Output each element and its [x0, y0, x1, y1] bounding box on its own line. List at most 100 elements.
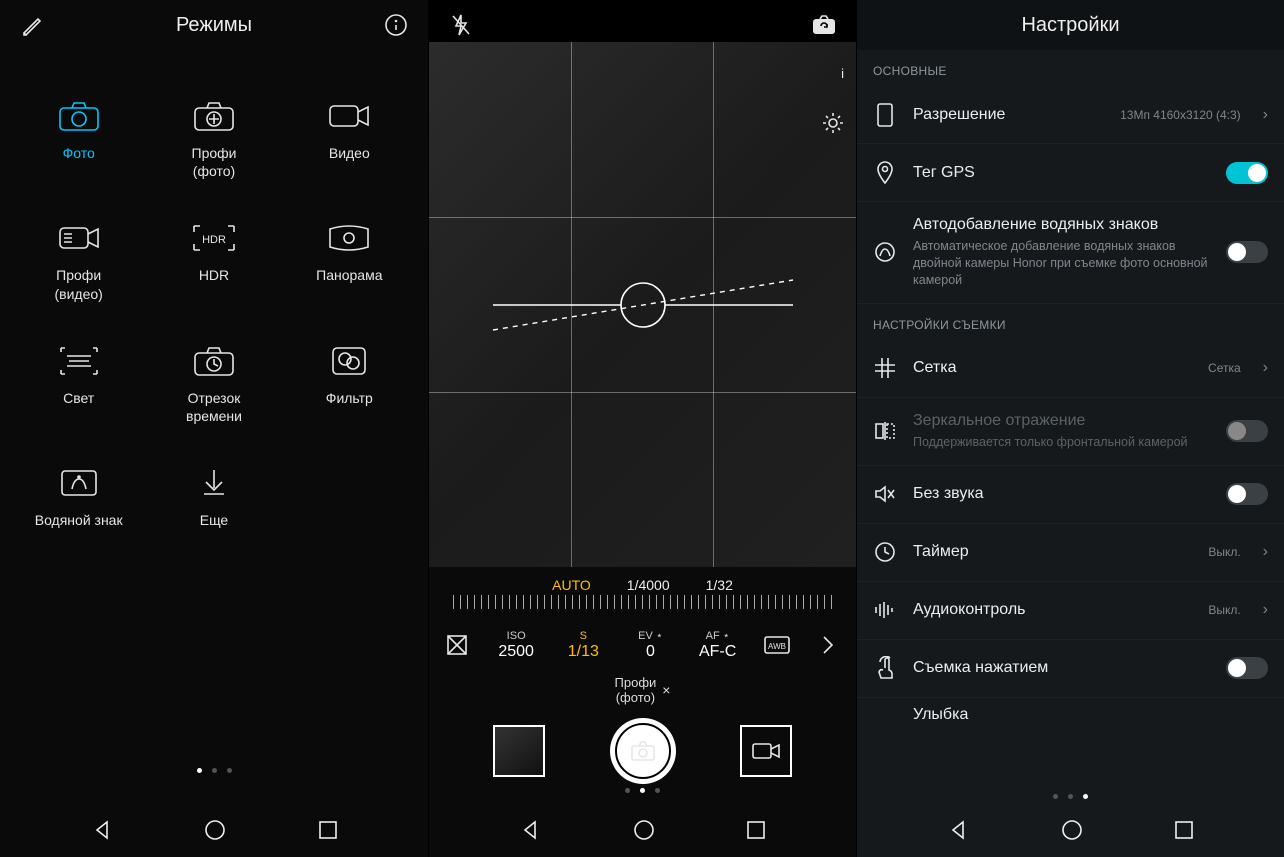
- timer-icon: [873, 541, 897, 563]
- filter-icon: [327, 343, 371, 379]
- modes-title: Режимы: [176, 14, 252, 37]
- mode-more[interactable]: Еще: [149, 465, 278, 529]
- back-icon[interactable]: [518, 818, 542, 847]
- pager-dots: [429, 788, 856, 793]
- exposure-ruler[interactable]: [453, 595, 832, 609]
- mode-video[interactable]: Видео: [285, 98, 414, 180]
- mode-pro-video[interactable]: Профи (видео): [14, 220, 143, 302]
- mode-pro-photo[interactable]: Профи (фото): [149, 98, 278, 180]
- dot: [1083, 794, 1088, 799]
- download-icon: [192, 465, 236, 501]
- audio-icon: [873, 601, 897, 619]
- gallery-thumbnail[interactable]: [493, 725, 545, 777]
- dot: [1053, 794, 1058, 799]
- row-watermark[interactable]: Автодобавление водяных знаков Автоматиче…: [857, 202, 1284, 304]
- exposure-readout: AUTO 1/4000 1/32: [429, 577, 856, 593]
- home-icon[interactable]: [203, 818, 227, 847]
- dot: [1068, 794, 1073, 799]
- row-grid[interactable]: Сетка Сетка ›: [857, 340, 1284, 398]
- viewfinder[interactable]: i: [429, 42, 856, 567]
- mode-label: Профи (фото): [192, 144, 237, 180]
- row-gps[interactable]: Тег GPS: [857, 144, 1284, 202]
- row-touch[interactable]: Съемка нажатием: [857, 640, 1284, 698]
- camera-icon: [57, 98, 101, 134]
- edit-icon[interactable]: [18, 11, 46, 39]
- settings-header: Настройки: [857, 0, 1284, 50]
- camera-icon: [615, 723, 671, 779]
- touch-toggle[interactable]: [1226, 657, 1268, 679]
- chevron-right-icon: ›: [1263, 359, 1268, 377]
- mode-label: Панорама: [316, 266, 382, 284]
- shutter-button[interactable]: [610, 718, 676, 784]
- touch-title: Съемка нажатием: [913, 659, 1210, 677]
- home-icon[interactable]: [632, 818, 656, 847]
- chevron-right-icon[interactable]: [814, 631, 842, 659]
- home-icon[interactable]: [1060, 818, 1084, 847]
- metering-icon[interactable]: [443, 631, 471, 659]
- android-navbar: [857, 807, 1284, 857]
- iso-control[interactable]: ISO 2500: [494, 630, 538, 661]
- row-timer[interactable]: Таймер Выкл. ›: [857, 524, 1284, 582]
- mode-hdr[interactable]: HDR HDR: [149, 220, 278, 302]
- dot: [227, 768, 232, 773]
- row-smile[interactable]: Улыбка: [857, 698, 1284, 728]
- back-icon[interactable]: [90, 818, 114, 847]
- dot: [212, 768, 217, 773]
- recents-icon[interactable]: [317, 819, 339, 846]
- ev-control[interactable]: EV ⋆ 0: [628, 629, 672, 661]
- gps-toggle[interactable]: [1226, 162, 1268, 184]
- light-icon: [57, 343, 101, 379]
- flash-off-icon[interactable]: [447, 11, 475, 39]
- resolution-value: 13Мп 4160x3120 (4:3): [1120, 108, 1241, 122]
- chevron-right-icon: ›: [1263, 543, 1268, 561]
- iso-label: ISO: [507, 630, 526, 642]
- info-icon[interactable]: [382, 11, 410, 39]
- mode-label: Видео: [329, 144, 370, 162]
- gps-title: Тег GPS: [913, 164, 1210, 182]
- shutter-control[interactable]: S 1/13: [561, 630, 605, 661]
- ev-label: EV ⋆: [638, 629, 663, 642]
- video-icon: [327, 98, 371, 134]
- af-control[interactable]: AF ⋆ AF-C: [696, 629, 740, 661]
- pager-dots: [857, 794, 1284, 799]
- recents-icon[interactable]: [745, 819, 767, 846]
- modes-header: Режимы: [0, 0, 428, 50]
- section-basic: ОСНОВНЫЕ: [857, 50, 1284, 86]
- brightness-icon[interactable]: [822, 112, 844, 139]
- smile-title: Улыбка: [913, 706, 1268, 724]
- row-audio[interactable]: Аудиоконтроль Выкл. ›: [857, 582, 1284, 640]
- auto-label: AUTO: [552, 577, 591, 593]
- recents-icon[interactable]: [1173, 819, 1195, 846]
- mode-panorama[interactable]: Панорама: [285, 220, 414, 302]
- panorama-icon: [327, 220, 371, 256]
- mute-toggle[interactable]: [1226, 483, 1268, 505]
- info-indicator: i: [841, 66, 844, 81]
- close-icon[interactable]: ×: [662, 682, 670, 698]
- mode-watermark[interactable]: Водяной знак: [14, 465, 143, 529]
- level-indicator: [473, 255, 813, 355]
- mode-timelapse[interactable]: Отрезок времени: [149, 343, 278, 425]
- mute-title: Без звука: [913, 485, 1210, 503]
- camera-controls: [429, 715, 856, 787]
- back-icon[interactable]: [946, 818, 970, 847]
- watermark-icon: [57, 465, 101, 501]
- audio-title: Аудиоконтроль: [913, 601, 1192, 619]
- video-switch-button[interactable]: [740, 725, 792, 777]
- mode-label: Водяной знак: [35, 511, 123, 529]
- mode-filter[interactable]: Фильтр: [285, 343, 414, 425]
- video-pro-icon: [57, 220, 101, 256]
- ev-value: 0: [646, 643, 655, 661]
- mode-photo[interactable]: Фото: [14, 98, 143, 180]
- timelapse-icon: [192, 343, 236, 379]
- resolution-title: Разрешение: [913, 106, 1104, 124]
- mode-light[interactable]: Свет: [14, 343, 143, 425]
- watermark-toggle[interactable]: [1226, 241, 1268, 263]
- row-resolution[interactable]: Разрешение 13Мп 4160x3120 (4:3) ›: [857, 86, 1284, 144]
- mode-label: Отрезок времени: [186, 389, 242, 425]
- switch-camera-icon[interactable]: [810, 11, 838, 39]
- location-icon: [873, 161, 897, 185]
- row-mute[interactable]: Без звука: [857, 466, 1284, 524]
- awb-icon[interactable]: AWB: [763, 631, 791, 659]
- modes-panel: Режимы Фото Профи (фото) Видео Профи (ви…: [0, 0, 428, 857]
- settings-panel: Настройки ОСНОВНЫЕ Разрешение 13Мп 4160x…: [856, 0, 1284, 857]
